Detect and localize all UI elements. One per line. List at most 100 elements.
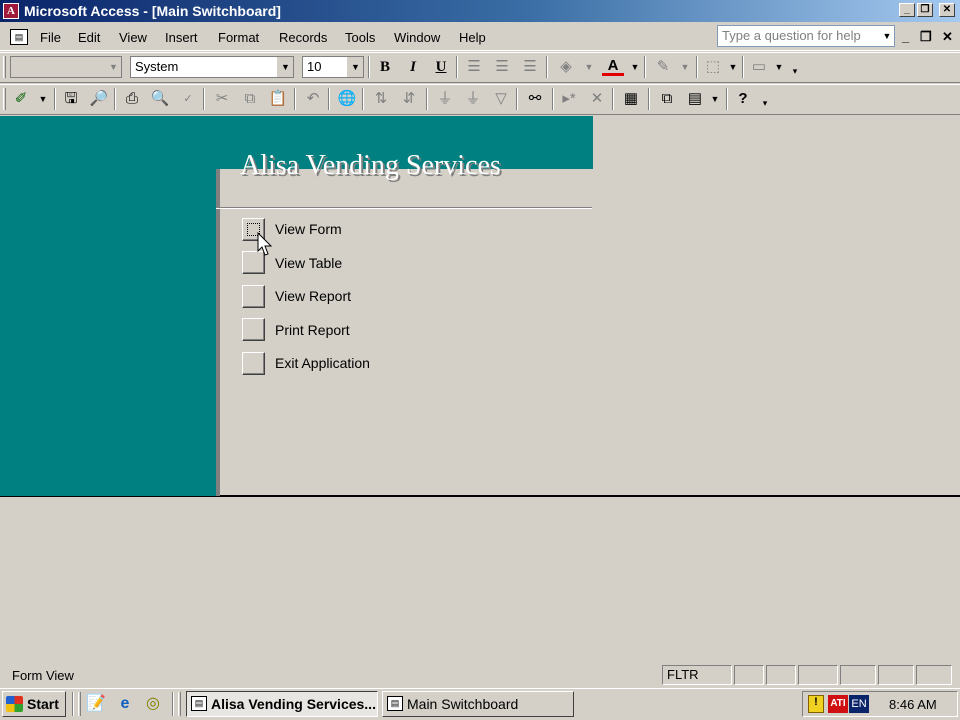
menu-help[interactable]: Help: [459, 30, 486, 45]
toolbar-grip[interactable]: [3, 56, 6, 78]
start-label: Start: [27, 696, 59, 712]
switchboard-button-print-report[interactable]: [242, 318, 265, 341]
quicklaunch-grip[interactable]: [78, 692, 81, 716]
help-question-input[interactable]: Type a question for help: [717, 25, 895, 47]
separator: [516, 88, 518, 110]
undo-icon[interactable]: ↶: [302, 88, 324, 110]
find-binoculars-icon[interactable]: ⚯: [524, 88, 546, 110]
help-icon[interactable]: ?: [732, 88, 754, 110]
filter-by-selection-icon[interactable]: ⏚: [434, 88, 456, 110]
chevron-down-icon[interactable]: ▼: [722, 56, 744, 78]
copy-icon[interactable]: ⧉: [239, 88, 261, 110]
switchboard-button-view-report[interactable]: [242, 285, 265, 308]
child-close-button[interactable]: ✕: [942, 29, 953, 45]
border-icon[interactable]: ⬚: [702, 56, 724, 78]
child-minimize-button[interactable]: _: [902, 29, 909, 44]
delete-record-icon[interactable]: ✕: [586, 88, 608, 110]
toolbar-grip[interactable]: [3, 88, 6, 110]
new-record-icon[interactable]: ▸*: [558, 88, 580, 110]
menu-tools[interactable]: Tools: [345, 30, 375, 45]
taskbar-grip[interactable]: [178, 692, 181, 716]
separator: [114, 88, 116, 110]
fill-color-icon[interactable]: ◈: [555, 56, 577, 78]
chevron-down-icon[interactable]: ▼: [32, 88, 54, 110]
align-right-icon[interactable]: ☰: [519, 56, 541, 78]
chevron-down-icon[interactable]: ▼: [704, 88, 726, 110]
print-preview-icon[interactable]: 🔍: [149, 88, 171, 110]
switchboard-title: Alisa Vending Services: [240, 150, 501, 181]
paste-icon[interactable]: 📋: [267, 88, 289, 110]
chevron-down-icon[interactable]: ▼: [624, 56, 646, 78]
line-width-icon[interactable]: ▭: [748, 56, 770, 78]
align-left-icon[interactable]: ☰: [463, 56, 485, 78]
separator: [552, 88, 554, 110]
database-window-icon[interactable]: ⧉: [656, 88, 678, 110]
access-key-icon[interactable]: A: [3, 3, 19, 19]
toolbar-options-icon[interactable]: ▾: [784, 60, 806, 82]
restore-button[interactable]: ❐: [917, 3, 933, 17]
menu-view[interactable]: View: [119, 30, 147, 45]
child-restore-button[interactable]: ❐: [920, 29, 932, 45]
line-color-icon[interactable]: ✎: [652, 56, 674, 78]
cut-icon[interactable]: ✂: [211, 88, 233, 110]
panel-shadow: [216, 169, 220, 496]
separator: [426, 88, 428, 110]
menu-window[interactable]: Window: [394, 30, 440, 45]
close-button[interactable]: ✕: [939, 3, 955, 17]
menu-format[interactable]: Format: [218, 30, 259, 45]
spelling-icon[interactable]: ✓: [177, 88, 199, 110]
save-icon[interactable]: 🖫: [60, 88, 82, 110]
switchboard-label-view-report: View Report: [275, 288, 352, 304]
start-button[interactable]: Start: [2, 691, 66, 717]
status-filter-indicator: FLTR: [662, 665, 732, 685]
show-desktop-icon[interactable]: 📝: [86, 694, 106, 714]
clock[interactable]: 8:46 AM: [889, 697, 937, 712]
menu-insert[interactable]: Insert: [165, 30, 198, 45]
status-panel: [916, 665, 952, 685]
design-view-icon[interactable]: ✐: [10, 88, 32, 110]
chevron-down-icon[interactable]: ▼: [347, 57, 363, 77]
apply-filter-icon[interactable]: ▽: [490, 88, 512, 110]
menu-edit[interactable]: Edit: [78, 30, 100, 45]
internet-explorer-icon[interactable]: e: [115, 694, 135, 714]
task-label: Main Switchboard: [407, 696, 519, 712]
chevron-down-icon[interactable]: ▼: [578, 56, 600, 78]
form-control-menu-icon[interactable]: ▤: [10, 29, 28, 45]
task-alisa-vending-services[interactable]: ▤ Alisa Vending Services...: [186, 691, 378, 717]
menu-file[interactable]: File: [40, 30, 61, 45]
switchboard-left-panel: [0, 116, 218, 496]
separator: [72, 692, 74, 716]
menu-records[interactable]: Records: [279, 30, 327, 45]
language-indicator[interactable]: EN: [849, 695, 869, 713]
underline-icon[interactable]: U: [430, 56, 452, 78]
file-search-icon[interactable]: 🔎: [88, 88, 110, 110]
font-name-combo[interactable]: System: [130, 56, 294, 78]
toolbar-options-icon[interactable]: ▾: [754, 92, 776, 114]
ati-tray-icon[interactable]: ATI: [828, 695, 848, 713]
quicklaunch-app-icon[interactable]: ◎: [143, 694, 163, 714]
properties-icon[interactable]: ▦: [620, 88, 642, 110]
task-main-switchboard[interactable]: ▤ Main Switchboard: [382, 691, 574, 717]
tray-app-icon[interactable]: !: [808, 695, 824, 713]
align-center-icon[interactable]: ☰: [491, 56, 513, 78]
font-color-icon[interactable]: A: [602, 56, 624, 76]
form-window-icon: ▤: [387, 696, 403, 711]
chevron-down-icon[interactable]: ▼: [277, 57, 293, 77]
title-divider: [216, 207, 592, 209]
switchboard-button-exit-application[interactable]: [242, 352, 265, 375]
mouse-cursor-icon: [257, 232, 273, 256]
status-panel: [798, 665, 838, 685]
chevron-down-icon[interactable]: ▼: [105, 57, 121, 77]
help-dropdown-arrow-icon[interactable]: ▼: [880, 26, 894, 46]
chevron-down-icon[interactable]: ▼: [674, 56, 696, 78]
minimize-button[interactable]: _: [899, 3, 915, 17]
italic-icon[interactable]: I: [402, 56, 424, 78]
status-panel: [734, 665, 764, 685]
bold-icon[interactable]: B: [374, 56, 396, 78]
sort-ascending-icon[interactable]: ⇅: [370, 88, 392, 110]
filter-by-form-icon[interactable]: ⏚: [462, 88, 484, 110]
sort-descending-icon[interactable]: ⇵: [398, 88, 420, 110]
hyperlink-icon[interactable]: 🌐: [336, 88, 358, 110]
print-icon[interactable]: ⎙: [121, 88, 143, 110]
new-object-icon[interactable]: ▤: [684, 88, 706, 110]
